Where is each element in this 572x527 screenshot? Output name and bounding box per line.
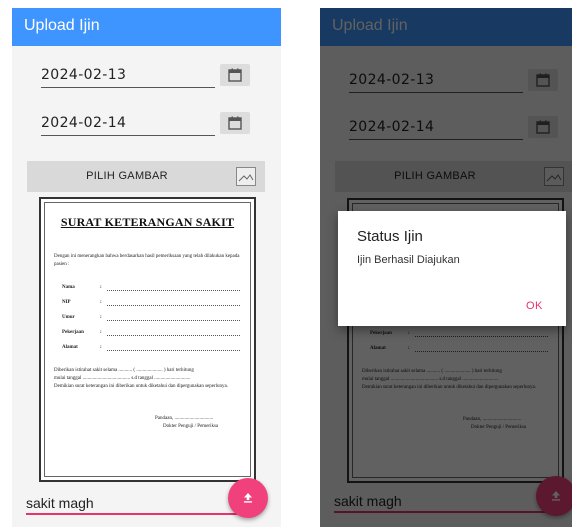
pick-image-button[interactable]: PILIH GAMBAR xyxy=(27,161,265,192)
field-dotted-line xyxy=(107,320,240,321)
reason-input[interactable]: sakit magh xyxy=(26,495,94,511)
end-date-row: 2024-02-14 xyxy=(28,112,265,138)
upload-icon xyxy=(244,493,252,503)
document-rest-line: Diberikan istirahat sakit selama .......… xyxy=(54,368,194,373)
end-date-field[interactable]: 2024-02-14 xyxy=(41,115,126,131)
upload-screen-with-dialog: Upload Ijin 2024-02-13 2024-02-14 PIL xyxy=(320,8,572,527)
status-dialog: Status Ijin Ijin Berhasil Diajukan OK xyxy=(338,211,566,326)
field-name: Nama : xyxy=(62,285,240,293)
document-intro: Dengan ini menerangkan bahwa berdasarkan… xyxy=(54,254,240,267)
upload-screen: Upload Ijin 2024-02-13 2024-02-14 PILIH … xyxy=(12,8,281,527)
field-label: Nama xyxy=(62,285,75,290)
document-title: SURAT KETERANGAN SAKIT xyxy=(60,215,235,229)
field-colon: : xyxy=(100,285,102,290)
dialog-ok-button[interactable]: OK xyxy=(526,300,543,312)
field-label: Alamat xyxy=(62,345,78,350)
start-date-field[interactable]: 2024-02-13 xyxy=(41,67,126,83)
field-job: Pekerjaan : xyxy=(62,330,240,338)
field-label: Pekerjaan xyxy=(62,330,84,335)
document-date-line: mulai tanggal ..........................… xyxy=(54,376,191,381)
field-age: Umur : xyxy=(62,315,240,323)
image-icon xyxy=(236,167,256,186)
end-date-picker-button[interactable] xyxy=(220,112,250,134)
start-date-row: 2024-02-13 xyxy=(28,64,265,90)
app-bar: Upload Ijin xyxy=(12,8,281,46)
field-dotted-line xyxy=(107,350,240,351)
field-label: Umur xyxy=(62,315,75,320)
document-place-line: Pandaan, ............................... xyxy=(155,416,214,421)
reason-underline xyxy=(26,513,238,515)
document-signer: Dokter Penguji / Pemeriksa xyxy=(163,424,219,429)
document-preview: SURAT KETERANGAN SAKIT Dengan ini menera… xyxy=(39,197,256,482)
field-colon: : xyxy=(100,345,102,350)
upload-button[interactable] xyxy=(228,478,268,518)
field-colon: : xyxy=(100,330,102,335)
field-colon: : xyxy=(100,300,102,305)
start-date-underline xyxy=(41,87,215,88)
calendar-icon xyxy=(228,68,242,82)
calendar-icon xyxy=(228,116,242,130)
document-frame: SURAT KETERANGAN SAKIT Dengan ini menera… xyxy=(44,202,251,477)
start-date-picker-button[interactable] xyxy=(220,64,250,86)
pick-image-label: PILIH GAMBAR xyxy=(86,170,168,182)
field-colon: : xyxy=(100,315,102,320)
dialog-title: Status Ijin xyxy=(357,228,423,245)
field-label: NIP xyxy=(62,300,71,305)
field-dotted-line xyxy=(107,290,240,291)
field-dotted-line xyxy=(107,305,240,306)
field-nip: NIP : xyxy=(62,300,240,308)
dialog-message: Ijin Berhasil Diajukan xyxy=(357,254,460,266)
end-date-underline xyxy=(41,135,215,136)
app-title: Upload Ijin xyxy=(24,17,100,34)
field-dotted-line xyxy=(107,335,240,336)
field-address: Alamat : xyxy=(62,345,240,353)
document-usage-line: Demikian surat keterangan ini diberikan … xyxy=(54,384,229,389)
